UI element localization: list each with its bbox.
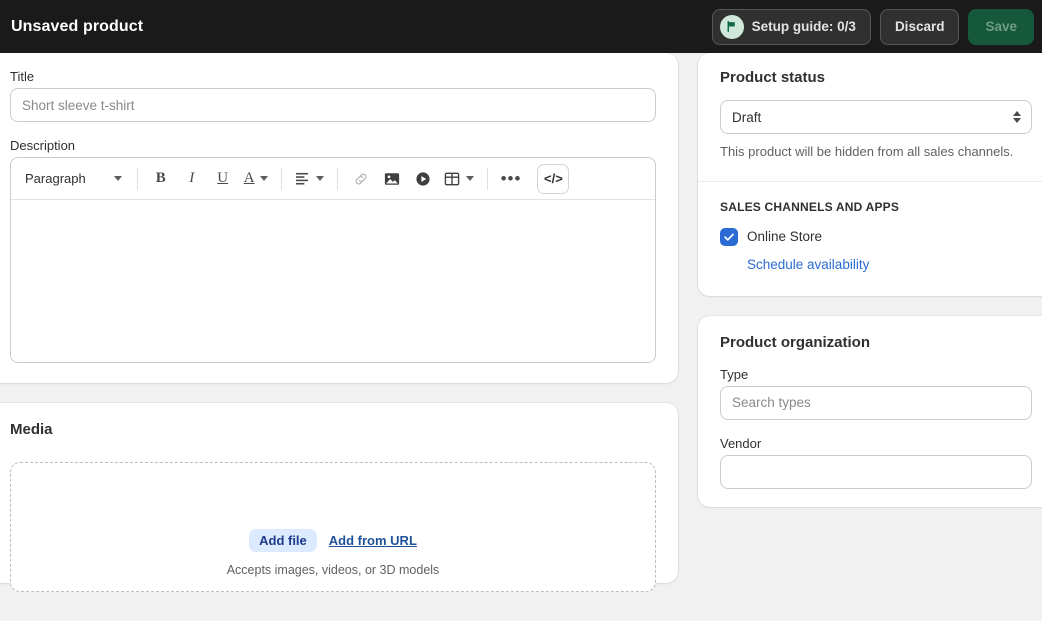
image-icon — [384, 172, 399, 185]
check-icon — [724, 233, 734, 241]
product-status-help-text: This product will be hidden from all sal… — [720, 144, 1014, 159]
text-style-group: B I U A — [147, 165, 272, 193]
table-icon — [444, 172, 459, 185]
video-button[interactable] — [409, 165, 437, 193]
block-format-select[interactable]: Paragraph — [19, 165, 128, 193]
text-color-icon: A — [243, 170, 255, 186]
discard-button[interactable]: Discard — [879, 8, 960, 45]
media-dropzone-actions: Add file Add from URL — [249, 529, 417, 552]
vendor-field: Vendor — [720, 436, 1032, 489]
add-file-button[interactable]: Add file — [249, 529, 317, 552]
underline-button[interactable]: U — [209, 165, 237, 193]
chevron-down-icon — [465, 176, 474, 181]
italic-button[interactable]: I — [178, 165, 206, 193]
vendor-input[interactable] — [720, 454, 1032, 489]
product-editor-page: Unsaved product Setup guide: 0/3 Discard… — [0, 0, 1042, 621]
image-button[interactable] — [378, 165, 406, 193]
description-textarea[interactable] — [11, 200, 655, 362]
add-from-url-link[interactable]: Add from URL — [329, 533, 417, 548]
chevron-down-icon — [113, 176, 122, 181]
sales-channels-section: SALES CHANNELS AND APPS Online Store Sch… — [698, 182, 1042, 296]
block-format-label: Paragraph — [25, 171, 86, 186]
bold-button[interactable]: B — [147, 165, 175, 193]
code-view-button[interactable]: </> — [537, 163, 570, 194]
online-store-label: Online Store — [747, 229, 823, 245]
description-block: Description Paragraph B I U A ••• </> — [10, 138, 656, 363]
type-input[interactable] — [720, 385, 1032, 420]
chevron-down-icon — [259, 176, 268, 181]
insert-group — [347, 165, 478, 193]
text-color-button[interactable]: A — [240, 165, 272, 193]
online-store-checkbox[interactable] — [720, 227, 738, 246]
link-button[interactable] — [347, 165, 375, 193]
product-status-select[interactable]: Draft — [720, 100, 1032, 134]
top-bar: Unsaved product Setup guide: 0/3 Discard… — [0, 0, 1042, 53]
link-icon — [355, 172, 367, 185]
type-label: Type — [720, 366, 749, 382]
sales-channels-heading: SALES CHANNELS AND APPS — [720, 199, 900, 214]
product-status-section: Product status Draft This product will b… — [698, 53, 1042, 181]
schedule-availability-link[interactable]: Schedule availability — [747, 257, 869, 272]
flag-icon — [719, 14, 744, 39]
align-left-icon — [295, 172, 308, 185]
title-label: Title — [10, 69, 35, 84]
product-status-heading: Product status — [720, 69, 826, 86]
table-button[interactable] — [440, 165, 478, 193]
save-button[interactable]: Save — [968, 8, 1034, 45]
toolbar-divider — [280, 167, 282, 190]
editor-toolbar: Paragraph B I U A ••• </> — [11, 158, 655, 200]
setup-guide-button[interactable]: Setup guide: 0/3 — [711, 8, 871, 45]
toolbar-divider — [336, 167, 338, 190]
toolbar-divider — [136, 167, 138, 190]
product-details-card: Title Description Paragraph B I — [0, 53, 678, 383]
type-field: Type — [720, 367, 1032, 420]
toolbar-divider — [486, 167, 488, 190]
page-title: Unsaved product — [11, 17, 144, 35]
media-hint-text: Accepts images, videos, or 3D models — [226, 563, 440, 577]
media-card: Media Add file Add from URL Accepts imag… — [0, 403, 678, 592]
top-bar-actions: Setup guide: 0/3 Discard Save — [711, 8, 1042, 45]
media-heading: Media — [10, 421, 53, 438]
description-editor: Paragraph B I U A ••• </> — [10, 157, 656, 363]
media-dropzone[interactable]: Add file Add from URL Accepts images, vi… — [10, 462, 656, 592]
product-status-select-wrap: Draft — [720, 100, 1032, 134]
main-column: Title Description Paragraph B I — [0, 53, 678, 592]
product-organization-heading: Product organization — [720, 333, 870, 351]
description-label: Description — [10, 138, 76, 153]
video-icon — [415, 171, 430, 186]
sidebar-column: Product status Draft This product will b… — [698, 53, 1042, 507]
title-input[interactable] — [10, 88, 656, 122]
product-organization-card: Product organization Type Vendor — [698, 315, 1042, 507]
chevron-down-icon — [315, 176, 324, 181]
align-button[interactable] — [291, 165, 328, 193]
more-options-button[interactable]: ••• — [497, 165, 526, 193]
vendor-label: Vendor — [720, 435, 762, 451]
setup-guide-label: Setup guide: 0/3 — [751, 19, 856, 34]
sales-channel-row[interactable]: Online Store — [720, 227, 1032, 246]
product-status-card: Product status Draft This product will b… — [698, 53, 1042, 296]
